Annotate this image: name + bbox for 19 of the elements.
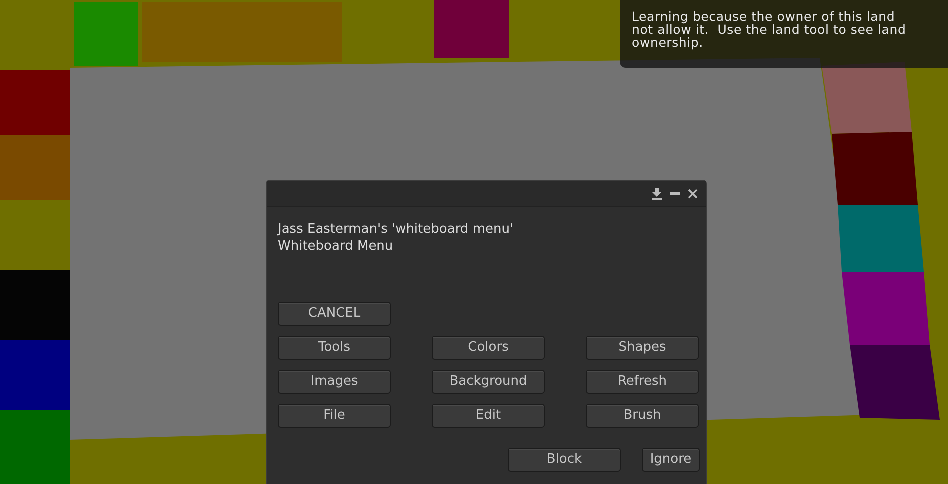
- dialog-button[interactable]: Edit: [432, 404, 545, 428]
- dialog-button[interactable]: CANCEL: [278, 302, 391, 326]
- dialog-button[interactable]: Brush: [586, 404, 699, 428]
- dialog-button[interactable]: Block: [508, 448, 621, 472]
- dialog-button[interactable]: Ignore: [642, 448, 700, 472]
- dialog-button[interactable]: File: [278, 404, 391, 428]
- close-icon[interactable]: [688, 188, 698, 198]
- dialog-button[interactable]: Refresh: [586, 370, 699, 394]
- dialog-message: Jass Easterman's 'whiteboard menu': [278, 221, 515, 238]
- dialog-button[interactable]: Images: [278, 370, 391, 394]
- download-icon[interactable]: [652, 188, 662, 200]
- dialog-button[interactable]: Colors: [432, 336, 545, 360]
- notification-text: ownership.: [632, 36, 704, 49]
- dialog-button[interactable]: Background: [432, 370, 545, 394]
- notification-text: not allow it. Use the land tool to see land: [632, 23, 908, 36]
- notification-text: Learning because the owner of this land: [632, 10, 896, 23]
- dialog-button[interactable]: Tools: [278, 336, 391, 360]
- dialog-message: Whiteboard Menu: [278, 238, 394, 255]
- dialog-button[interactable]: Shapes: [586, 336, 699, 360]
